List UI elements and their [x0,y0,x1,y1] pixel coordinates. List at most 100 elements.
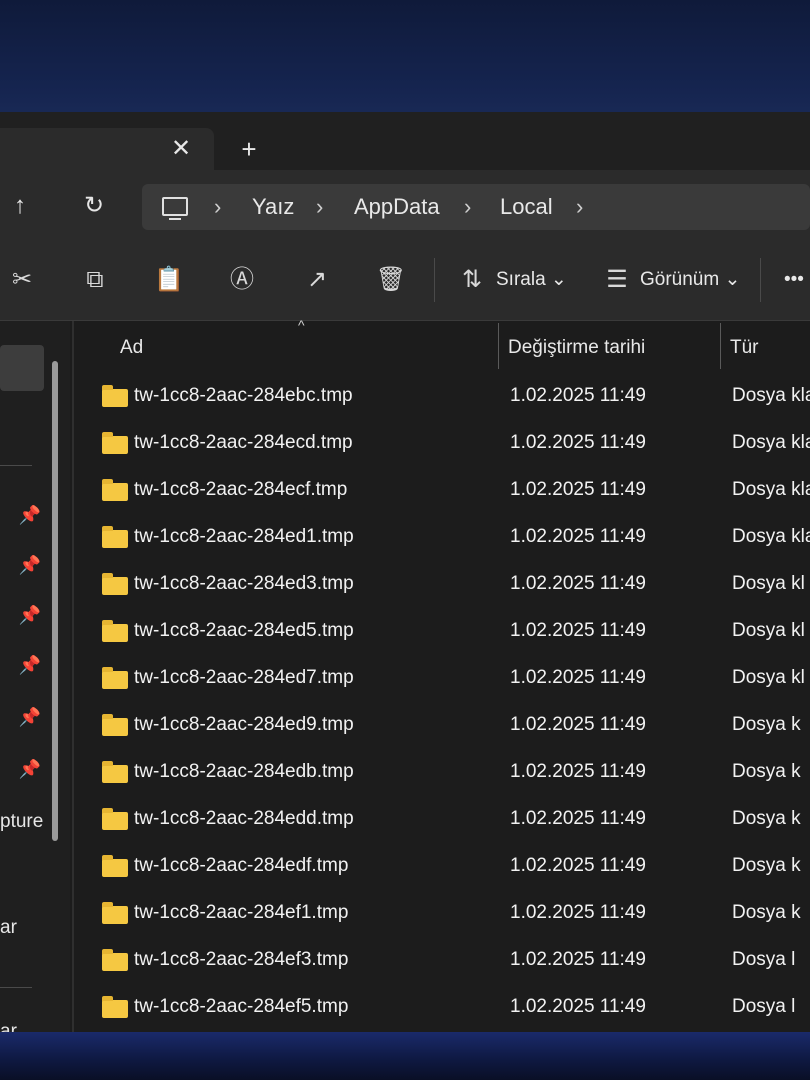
share-icon[interactable]: ↗ [297,260,337,300]
pin-icon[interactable]: 📌 [18,705,42,729]
pin-icon[interactable]: 📌 [18,757,42,781]
view-button[interactable]: Görünüm ⌄ [640,260,740,300]
file-name: tw-1cc8-2aac-284ed5.tmp [134,620,354,641]
file-type: Dosya k [732,714,801,735]
file-modified: 1.02.2025 11:49 [510,855,646,876]
file-modified: 1.02.2025 11:49 [510,761,646,782]
table-row[interactable]: tw-1cc8-2aac-284ed9.tmp 1.02.2025 11:49 Do… [76,704,810,751]
chevron-right-icon[interactable]: › [316,184,323,230]
table-row[interactable]: tw-1cc8-2aac-284ed7.tmp 1.02.2025 11:49 Do… [76,657,810,704]
file-type: Dosya kl [732,667,805,688]
folder-icon [102,808,128,830]
file-type: Dosya kla [732,385,810,406]
sidebar-item-label[interactable]: ar [0,917,17,939]
pin-icon[interactable]: 📌 [18,653,42,677]
column-header-name[interactable]: Ad [120,337,143,359]
table-row[interactable]: tw-1cc8-2aac-284ef1.tmp 1.02.2025 11:49 Do… [76,892,810,939]
sort-button[interactable]: Sırala ⌄ [496,260,567,300]
pin-icon[interactable]: 📌 [18,503,42,527]
file-modified: 1.02.2025 11:49 [510,432,646,453]
table-row[interactable]: tw-1cc8-2aac-284ed5.tmp 1.02.2025 11:49 Do… [76,610,810,657]
file-name: tw-1cc8-2aac-284ed7.tmp [134,667,354,688]
file-type: Dosya l [732,996,796,1017]
toolbar-separator [434,258,435,302]
chevron-right-icon[interactable]: › [464,184,471,230]
table-row[interactable]: tw-1cc8-2aac-284ecf.tmp 1.02.2025 11:49 Do… [76,469,810,516]
table-row[interactable]: tw-1cc8-2aac-284edf.tmp 1.02.2025 11:49 Do… [76,845,810,892]
file-modified: 1.02.2025 11:49 [510,808,646,829]
chevron-right-icon[interactable]: › [576,184,583,230]
folder-icon [102,902,128,924]
file-name: tw-1cc8-2aac-284ed3.tmp [134,573,354,594]
file-name: tw-1cc8-2aac-284edf.tmp [134,855,349,876]
pin-icon[interactable]: 📌 [18,603,42,627]
new-tab-icon[interactable]: + [234,134,264,164]
sidebar-item-label[interactable]: ar [0,1021,17,1032]
folder-icon [102,667,128,689]
file-name: tw-1cc8-2aac-284ed9.tmp [134,714,354,735]
folder-icon [102,620,128,642]
folder-icon [102,949,128,971]
pin-icon[interactable]: 📌 [18,553,42,577]
command-bar: ✂ ⧉ 📋 Ⓐ ↗ 🗑 ⇅ Sırala ⌄ ☰ Görünüm ⌄ ••• [0,240,810,321]
file-modified: 1.02.2025 11:49 [510,573,646,594]
refresh-icon[interactable]: ↻ [74,186,114,226]
breadcrumb-item[interactable]: Local [500,184,553,230]
file-modified: 1.02.2025 11:49 [510,526,646,547]
table-row[interactable]: tw-1cc8-2aac-284ed3.tmp 1.02.2025 11:49 Do… [76,563,810,610]
paste-icon[interactable]: 📋 [149,260,189,300]
folder-icon [102,526,128,548]
folder-icon [102,761,128,783]
folder-icon [102,714,128,736]
close-icon[interactable]: ✕ [166,134,196,164]
view-icon[interactable]: ☰ [597,260,637,300]
file-type: Dosya kla [732,479,810,500]
chevron-right-icon[interactable]: › [214,184,221,230]
sidebar-divider [0,987,32,988]
folder-icon [102,855,128,877]
table-row[interactable]: tw-1cc8-2aac-284ef3.tmp 1.02.2025 11:49 Do… [76,939,810,986]
breadcrumb-item[interactable]: AppData [354,184,440,230]
sidebar-selected-item[interactable] [0,345,44,391]
rename-icon[interactable]: Ⓐ [222,260,262,300]
copy-icon[interactable]: ⧉ [75,260,115,300]
more-options-button[interactable]: ••• [784,260,804,300]
sort-icon[interactable]: ⇅ [452,260,492,300]
file-name: tw-1cc8-2aac-284ecd.tmp [134,432,353,453]
breadcrumb-item[interactable]: Yaız [252,184,294,230]
navigation-bar: ↑ ↻ › Yaız › AppData › Local › [0,170,810,240]
file-modified: 1.02.2025 11:49 [510,620,646,641]
sort-ascending-icon: ^ [298,317,305,333]
column-header-type[interactable]: Tür [730,337,759,359]
sidebar-scrollbar[interactable] [52,361,58,841]
address-bar[interactable]: › Yaız › AppData › Local › [142,184,810,230]
file-type: Dosya l [732,949,796,970]
file-type: Dosya k [732,808,801,829]
column-resize-handle[interactable] [498,323,499,369]
file-modified: 1.02.2025 11:49 [510,479,646,500]
table-row[interactable]: tw-1cc8-2aac-284edd.tmp 1.02.2025 11:49 Do… [76,798,810,845]
folder-icon [102,432,128,454]
file-modified: 1.02.2025 11:49 [510,385,646,406]
sidebar-item-label[interactable]: pture [0,811,43,833]
table-row[interactable]: tw-1cc8-2aac-284ed1.tmp 1.02.2025 11:49 Do… [76,516,810,563]
computer-icon[interactable] [162,197,188,220]
file-explorer-window: ✕ + ↑ ↻ › Yaız › AppData › Local › ✂ ⧉ 📋… [0,112,810,1032]
column-resize-handle[interactable] [720,323,721,369]
delete-icon[interactable]: 🗑 [371,260,411,300]
file-name: tw-1cc8-2aac-284ebc.tmp [134,385,353,406]
table-row[interactable]: tw-1cc8-2aac-284ef5.tmp 1.02.2025 11:49 Do… [76,986,810,1032]
file-type: Dosya kla [732,432,810,453]
pane-divider[interactable] [72,321,74,1032]
file-list: tw-1cc8-2aac-284ebc.tmp 1.02.2025 11:49 Do… [76,375,810,1032]
sidebar-divider [0,465,32,466]
file-modified: 1.02.2025 11:49 [510,902,646,923]
cut-icon[interactable]: ✂ [2,260,42,300]
navigation-pane: 📌 📌 📌 📌 📌 📌 pture ar ar [0,321,70,1032]
view-label: Görünüm [640,269,720,290]
table-row[interactable]: tw-1cc8-2aac-284edb.tmp 1.02.2025 11:49 Do… [76,751,810,798]
column-header-modified[interactable]: Değiştirme tarihi [508,337,645,359]
table-row[interactable]: tw-1cc8-2aac-284ebc.tmp 1.02.2025 11:49 Do… [76,375,810,422]
up-arrow-icon[interactable]: ↑ [0,186,40,226]
table-row[interactable]: tw-1cc8-2aac-284ecd.tmp 1.02.2025 11:49 Do… [76,422,810,469]
